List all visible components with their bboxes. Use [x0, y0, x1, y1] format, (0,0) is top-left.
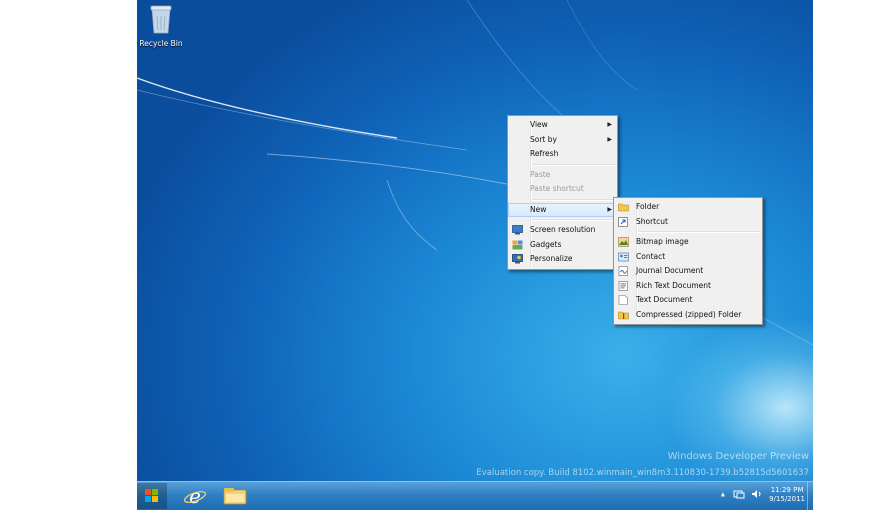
submenu-item-text-document[interactable]: Text Document	[614, 293, 762, 308]
submenu-arrow-icon: ▶	[607, 121, 612, 128]
menu-item-label: Personalize	[530, 254, 573, 263]
new-submenu: Folder Shortcut Bitmap image Contact Jou…	[613, 197, 763, 325]
submenu-item-shortcut[interactable]: Shortcut	[614, 215, 762, 230]
menu-item-label: View	[530, 120, 548, 129]
folder-icon	[618, 203, 629, 212]
menu-item-label: Gadgets	[530, 239, 562, 249]
menu-separator	[638, 231, 760, 233]
personalize-icon	[512, 254, 523, 264]
submenu-arrow-icon: ▶	[607, 135, 612, 143]
menu-item-label: Journal Document	[636, 266, 704, 275]
monitor-icon	[512, 225, 523, 235]
start-button[interactable]	[137, 483, 167, 509]
recycle-bin[interactable]: Recycle Bin	[139, 4, 183, 48]
start-button-icon	[145, 489, 158, 502]
menu-item-refresh[interactable]: Refresh	[508, 147, 617, 162]
file-explorer-button[interactable]	[217, 483, 253, 509]
bitmap-icon	[618, 237, 629, 247]
shortcut-icon	[618, 216, 628, 227]
contact-icon	[618, 252, 629, 261]
watermark-build: Evaluation copy. Build 8102.winmain_win8…	[476, 468, 809, 478]
gadgets-icon	[512, 240, 523, 249]
system-tray: ▴	[721, 489, 763, 499]
submenu-item-folder[interactable]: Folder	[614, 200, 762, 215]
submenu-item-rich-text-document[interactable]: Rich Text Document	[614, 279, 762, 294]
menu-item-screen-resolution[interactable]: Screen resolution	[508, 223, 617, 238]
show-desktop-button[interactable]	[807, 482, 813, 510]
menu-item-paste: Paste	[508, 168, 617, 183]
file-explorer-icon	[223, 488, 247, 505]
watermark-title: Windows Developer Preview	[667, 451, 809, 462]
internet-explorer-icon: e	[183, 484, 207, 508]
clock-date: 9/15/2011	[769, 495, 805, 503]
menu-item-label: Shortcut	[636, 216, 668, 226]
menu-item-label: Rich Text Document	[636, 280, 711, 290]
submenu-item-contact[interactable]: Contact	[614, 250, 762, 265]
menu-item-label: Sort by	[530, 134, 557, 144]
clock[interactable]: 11:29 PM 9/15/2011	[769, 486, 805, 504]
menu-item-label: Text Document	[636, 295, 693, 304]
submenu-item-bitmap-image[interactable]: Bitmap image	[614, 235, 762, 250]
menu-separator	[532, 163, 615, 166]
menu-item-view[interactable]: View ▶	[508, 118, 617, 133]
submenu-item-journal-document[interactable]: Journal Document	[614, 264, 762, 279]
menu-item-label: New	[530, 204, 547, 214]
menu-item-personalize[interactable]: Personalize	[508, 252, 617, 267]
menu-item-label: Screen resolution	[530, 225, 596, 234]
menu-item-label: Paste	[530, 169, 551, 179]
menu-item-new[interactable]: New ▶	[508, 202, 617, 217]
menu-item-paste-shortcut: Paste shortcut	[508, 182, 617, 197]
menu-item-gadgets[interactable]: Gadgets	[508, 238, 617, 253]
menu-item-label: Refresh	[530, 149, 559, 158]
menu-item-label: Folder	[636, 202, 660, 211]
menu-item-label: Bitmap image	[636, 237, 689, 246]
rich-text-icon	[618, 280, 628, 291]
menu-separator	[532, 198, 615, 201]
submenu-item-compressed-folder[interactable]: Compressed (zipped) Folder	[614, 308, 762, 323]
clock-time: 11:29 PM	[770, 486, 804, 494]
menu-item-label: Compressed (zipped) Folder	[636, 309, 742, 319]
menu-separator	[532, 219, 615, 221]
text-document-icon	[618, 295, 628, 305]
desktop-context-menu: View ▶ Sort by ▶ Refresh Paste Paste sho…	[507, 115, 618, 270]
tray-overflow-chevron[interactable]: ▴	[721, 490, 725, 499]
taskbar: e ▴ 11:29 PM 9/15/2011	[137, 481, 813, 510]
menu-item-sort-by[interactable]: Sort by ▶	[508, 133, 617, 148]
internet-explorer-button[interactable]: e	[177, 483, 213, 509]
zip-folder-icon	[618, 311, 629, 319]
network-icon[interactable]	[733, 489, 745, 499]
svg-text:e: e	[189, 484, 201, 508]
journal-icon	[618, 266, 628, 276]
menu-item-label: Contact	[636, 251, 666, 261]
recycle-bin-icon	[150, 5, 172, 34]
volume-icon[interactable]	[751, 489, 763, 499]
recycle-bin-label: Recycle Bin	[139, 39, 183, 48]
submenu-arrow-icon: ▶	[607, 205, 612, 213]
menu-item-label: Paste shortcut	[530, 184, 584, 193]
